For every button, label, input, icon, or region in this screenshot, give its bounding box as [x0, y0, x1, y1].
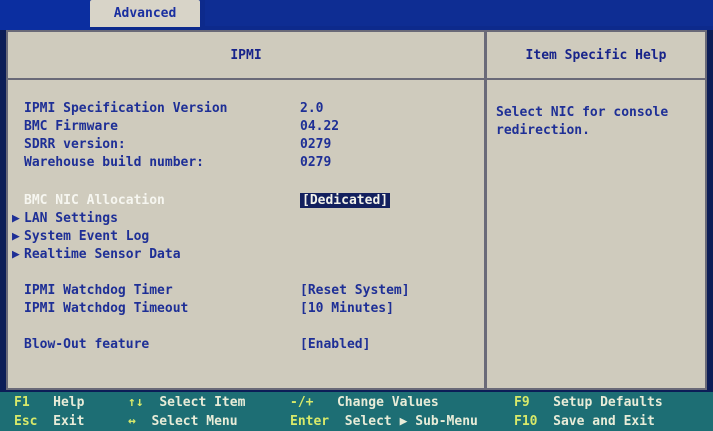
blow-out-feature-label[interactable]: Blow-Out feature: [24, 336, 149, 354]
key-desc: Select Menu: [151, 414, 238, 429]
warehouse-build-label: Warehouse build number:: [24, 155, 205, 170]
key-legend-row: Esc Exit ↔ Select Menu Enter Select ▶ Su…: [0, 412, 713, 431]
key-f1-help: F1 Help: [14, 393, 84, 412]
ipmi-spec-version-value: 2.0: [300, 101, 324, 116]
key-label: ↔: [128, 414, 136, 429]
key-label: -/+: [290, 395, 314, 410]
sdrr-version-label: SDRR version:: [24, 137, 126, 152]
key-f10-save-exit: F10 Save and Exit: [514, 412, 655, 431]
key-desc: Help: [53, 395, 85, 410]
key-label: Esc: [14, 414, 38, 429]
key-f9-setup-defaults: F9 Setup Defaults: [514, 393, 663, 412]
watchdog-timer-value[interactable]: [Reset System]: [300, 282, 410, 300]
key-desc: Select Item: [159, 395, 246, 410]
submenu-realtime-sensor-data[interactable]: ▶ Realtime Sensor Data: [12, 246, 181, 264]
key-desc: Setup Defaults: [553, 395, 663, 410]
key-leftright-select-menu: ↔ Select Menu: [128, 412, 238, 431]
tab-advanced[interactable]: Advanced: [90, 0, 200, 27]
key-desc: Save and Exit: [553, 414, 655, 429]
key-label: ↑↓: [128, 395, 144, 410]
key-legend-bar: F1 Help ↑↓ Select Item -/+ Change Values…: [0, 392, 713, 431]
key-esc-exit: Esc Exit: [14, 412, 84, 431]
key-label: F1: [14, 395, 30, 410]
warehouse-build-value: 0279: [300, 155, 332, 170]
bmc-firmware-label: BMC Firmware: [24, 119, 118, 134]
help-text: Select NIC for console redirection.: [496, 105, 669, 138]
bios-screen: Advanced IPMI Item Specific Help IPMI Sp…: [0, 0, 713, 431]
bmc-nic-allocation-selected[interactable]: [Dedicated]: [300, 193, 391, 208]
panel-divider: [484, 32, 487, 388]
key-desc: Exit: [53, 414, 85, 429]
key-updown-select-item: ↑↓ Select Item: [128, 393, 245, 412]
bmc-firmware-value: 04.22: [300, 119, 340, 134]
submenu-arrow-icon: ▶: [12, 211, 20, 226]
submenu-system-event-log[interactable]: ▶ System Event Log: [12, 228, 149, 246]
watchdog-timer-label[interactable]: IPMI Watchdog Timer: [24, 282, 173, 300]
help-title: Item Specific Help: [487, 32, 705, 80]
submenu-label: Realtime Sensor Data: [24, 247, 181, 262]
watchdog-timeout-value[interactable]: [10 Minutes]: [300, 300, 394, 318]
submenu-label: System Event Log: [24, 229, 150, 244]
submenu-label: LAN Settings: [24, 211, 118, 226]
key-label: Enter: [290, 414, 330, 429]
page-title: IPMI: [8, 32, 484, 80]
key-desc: Select ▶ Sub-Menu: [344, 414, 478, 429]
key-desc: Change Values: [336, 395, 439, 410]
key-legend-row: F1 Help ↑↓ Select Item -/+ Change Values…: [0, 393, 713, 412]
sdrr-version-value: 0279: [300, 137, 332, 152]
bmc-nic-allocation-value[interactable]: [Dedicated]: [300, 192, 391, 210]
setup-panel: IPMI Item Specific Help IPMI Specificati…: [6, 30, 707, 390]
key-label: F10: [514, 414, 538, 429]
watchdog-timeout-label[interactable]: IPMI Watchdog Timeout: [24, 300, 188, 318]
blow-out-feature-value[interactable]: [Enabled]: [300, 336, 370, 354]
menu-bar-left-strip: [0, 0, 90, 30]
submenu-arrow-icon: ▶: [12, 229, 20, 244]
menu-bar: Advanced: [0, 0, 713, 30]
menu-bar-right: [205, 0, 713, 26]
submenu-arrow-icon: ▶: [12, 247, 20, 262]
bmc-nic-allocation-label[interactable]: BMC NIC Allocation: [24, 192, 165, 210]
key-enter-select-submenu: Enter Select ▶ Sub-Menu: [290, 412, 478, 431]
ipmi-spec-version-label: IPMI Specification Version: [24, 101, 228, 116]
submenu-lan-settings[interactable]: ▶ LAN Settings: [12, 210, 118, 228]
key-label: F9: [514, 395, 530, 410]
key-plusminus-change-values: -/+ Change Values: [290, 393, 439, 412]
